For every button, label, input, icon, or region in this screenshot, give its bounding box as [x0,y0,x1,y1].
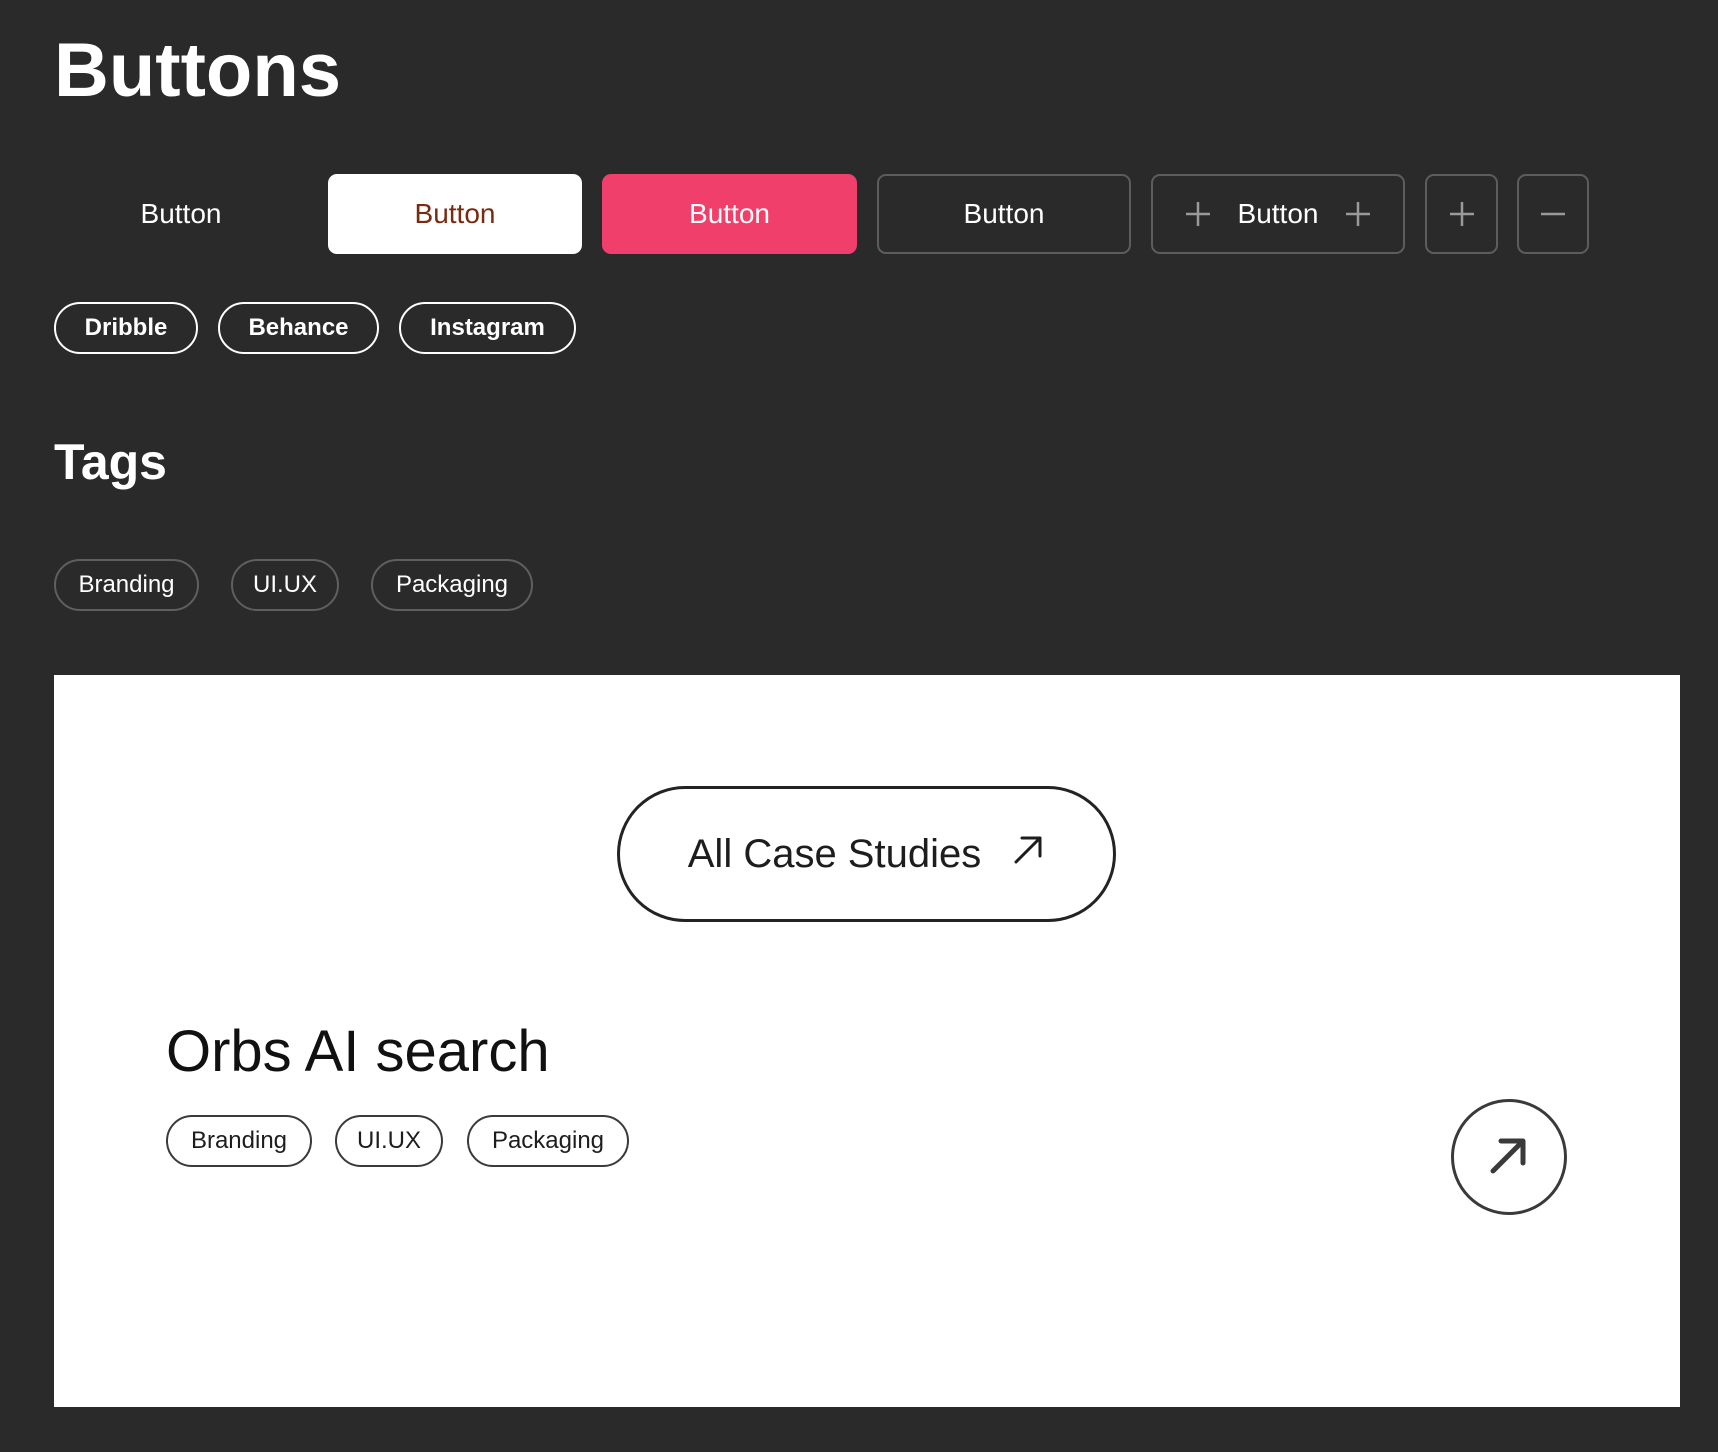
ghost-button[interactable]: Button [54,174,308,254]
dribble-link-button[interactable]: Dribble [54,302,198,354]
all-case-studies-button[interactable]: All Case Studies [617,786,1116,922]
plus-button[interactable] [1425,174,1498,254]
card-tag-packaging[interactable]: Packaging [467,1115,629,1167]
primary-pink-button[interactable]: Button [602,174,857,254]
project-title: Orbs AI search [166,1019,550,1084]
section-title-tags: Tags [54,434,167,490]
outline-button[interactable]: Button [877,174,1131,254]
instagram-link-button[interactable]: Instagram [399,302,576,354]
minus-icon [1539,200,1567,228]
tag-packaging[interactable]: Packaging [371,559,533,611]
white-button[interactable]: Button [328,174,582,254]
tag-uiux[interactable]: UI.UX [231,559,339,611]
tag-branding[interactable]: Branding [54,559,199,611]
plus-icon [1344,200,1372,228]
arrow-up-right-icon [1011,832,1045,877]
plus-icon [1448,200,1476,228]
arrow-up-right-icon [1485,1131,1533,1184]
button-with-icons[interactable]: Button [1151,174,1405,254]
behance-link-button[interactable]: Behance [218,302,379,354]
open-project-button[interactable] [1451,1099,1567,1215]
section-title-buttons: Buttons [54,28,342,113]
all-case-studies-label: All Case Studies [687,831,982,876]
minus-button[interactable] [1517,174,1589,254]
button-with-icons-label: Button [1237,198,1319,229]
plus-icon [1184,200,1212,228]
card-tag-uiux[interactable]: UI.UX [335,1115,443,1167]
card-tag-branding[interactable]: Branding [166,1115,312,1167]
